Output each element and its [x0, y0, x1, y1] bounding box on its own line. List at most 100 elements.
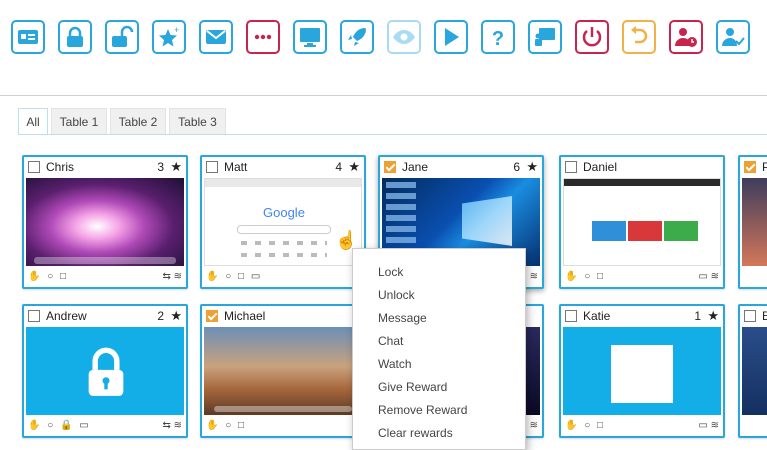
context-menu: Lock Unlock Message Chat Watch Give Rewa… — [352, 248, 526, 450]
screen-thumbnail[interactable] — [742, 327, 767, 415]
unlock-icon — [112, 25, 134, 47]
tile-header: Andrew 2 ★ — [24, 306, 186, 326]
hand-icon: ✋ ○ □ — [28, 271, 69, 282]
question-icon: ? — [492, 28, 504, 49]
menu-item-watch[interactable]: Watch — [378, 357, 412, 371]
student-name: E — [762, 309, 767, 323]
student-name: Chris — [46, 160, 75, 174]
tile-checkbox[interactable] — [565, 310, 577, 322]
student-tile[interactable]: Matt 4 ★ Google ✋ ○ □ ▭⇆ — [200, 155, 366, 289]
tile-header: Daniel — [561, 157, 723, 177]
wifi-icon: ⇆ ≋ — [162, 271, 182, 282]
lock-icon — [88, 347, 124, 396]
play-icon — [445, 28, 459, 46]
user-check-icon — [722, 28, 745, 46]
student-name: Michael — [224, 309, 266, 323]
message-icon — [206, 30, 226, 44]
student-name: Andrew — [46, 309, 87, 323]
menu-item-message[interactable]: Message — [378, 311, 427, 325]
student-tile[interactable]: Katie 1 ★ ✋ ○ □ ▭ ≋ — [559, 304, 725, 438]
screen-thumbnail[interactable]: Google — [204, 178, 362, 266]
present-button[interactable] — [528, 20, 562, 54]
user-clock-icon — [675, 28, 697, 47]
tile-header: Matt 4 ★ — [202, 157, 364, 177]
wifi-icon: ▭ ≋ — [698, 420, 719, 431]
monitor-icon — [300, 28, 320, 47]
svg-text:+: + — [174, 25, 179, 35]
screen-thumbnail[interactable] — [742, 178, 767, 266]
user-schedule-button[interactable] — [669, 20, 703, 54]
tile-checkbox[interactable] — [206, 310, 218, 322]
screen-thumbnail[interactable] — [563, 327, 721, 415]
wifi-icon: ≋ — [529, 271, 538, 282]
hand-cursor-icon: ☝ — [335, 230, 358, 250]
student-tile[interactable]: Andrew 2 ★ ✋ ○ 🔒 ▭ ⇆ ≋ — [22, 304, 188, 438]
menu-item-clear-rewards[interactable]: Clear rewards — [378, 426, 453, 440]
tile-header: Chris 3 ★ — [24, 157, 186, 177]
help-button[interactable]: ? — [481, 20, 515, 54]
menu-item-remove-reward[interactable]: Remove Reward — [378, 403, 467, 417]
student-tile[interactable]: P — [738, 155, 767, 289]
play-button[interactable] — [434, 20, 468, 54]
tile-checkbox[interactable] — [744, 310, 756, 322]
google-logo: Google — [263, 205, 305, 220]
student-tile[interactable]: E — [738, 304, 767, 438]
tile-header: P — [740, 157, 767, 177]
tile-header: Michael — [202, 306, 364, 326]
user-check-button[interactable] — [716, 20, 750, 54]
tile-checkbox[interactable] — [206, 161, 218, 173]
power-button[interactable] — [575, 20, 609, 54]
menu-item-lock[interactable]: Lock — [378, 265, 403, 279]
wifi-icon: ≋ — [529, 420, 538, 431]
tile-footer: ✋ ○ 🔒 ▭ ⇆ ≋ — [24, 418, 186, 436]
tile-footer: ✋ ○ □ ▭ ≋ — [561, 418, 723, 436]
tile-checkbox[interactable] — [384, 161, 396, 173]
menu-item-chat[interactable]: Chat — [378, 334, 403, 348]
screen-thumbnail[interactable] — [563, 178, 721, 266]
monitor-button[interactable] — [293, 20, 327, 54]
power-icon — [582, 27, 602, 47]
screen-thumbnail[interactable] — [26, 178, 184, 266]
message-button[interactable] — [199, 20, 233, 54]
student-tile[interactable]: Chris 3 ★ ✋ ○ □ ⇆ ≋ — [22, 155, 188, 289]
launch-button[interactable] — [340, 20, 374, 54]
tile-footer: ✋ ○ □⇆ — [202, 418, 364, 436]
screen-thumbnail[interactable] — [204, 327, 362, 415]
tile-checkbox[interactable] — [565, 161, 577, 173]
student-tile[interactable]: Michael ✋ ○ □⇆ — [200, 304, 366, 438]
tile-checkbox[interactable] — [28, 310, 40, 322]
reward-count: 1 — [694, 309, 701, 323]
undo-button[interactable] — [622, 20, 656, 54]
tab-table-1[interactable]: Table 1 — [51, 108, 107, 134]
more-button[interactable] — [246, 20, 280, 54]
menu-item-give-reward[interactable]: Give Reward — [378, 380, 447, 394]
tab-table-2[interactable]: Table 2 — [110, 108, 166, 134]
tile-checkbox[interactable] — [744, 161, 756, 173]
lock-icon — [67, 26, 83, 47]
menu-item-unlock[interactable]: Unlock — [378, 288, 415, 302]
student-name: P — [762, 160, 767, 174]
student-name: Daniel — [583, 160, 618, 174]
tile-header: Katie 1 ★ — [561, 306, 723, 326]
hand-icon: ✋ ○ □ ▭ — [206, 271, 263, 282]
unlock-button[interactable] — [105, 20, 139, 54]
lock-button[interactable] — [58, 20, 92, 54]
student-tile[interactable]: Daniel ✋ ○ □ ▭ ≋ — [559, 155, 725, 289]
eye-icon — [393, 30, 415, 44]
toolbar: + ? — [0, 0, 767, 96]
tab-table-3[interactable]: Table 3 — [169, 108, 226, 134]
star-add-icon: + — [159, 25, 179, 47]
undo-icon — [631, 26, 648, 44]
presenter-icon — [535, 28, 555, 46]
screen-thumbnail[interactable] — [26, 327, 184, 415]
star-icon: ★ — [170, 308, 182, 323]
wifi-icon: ▭ ≋ — [698, 271, 719, 282]
contact-card-button[interactable] — [11, 20, 45, 54]
give-reward-button[interactable]: + — [152, 20, 186, 54]
tile-footer: ✋ ○ □ ▭ ≋ — [561, 269, 723, 287]
tile-header: Jane 6 ★ — [380, 157, 542, 177]
tab-all[interactable]: All — [18, 108, 48, 135]
watch-button[interactable] — [387, 20, 421, 54]
tile-checkbox[interactable] — [28, 161, 40, 173]
wifi-icon: ⇆ ≋ — [162, 420, 182, 431]
